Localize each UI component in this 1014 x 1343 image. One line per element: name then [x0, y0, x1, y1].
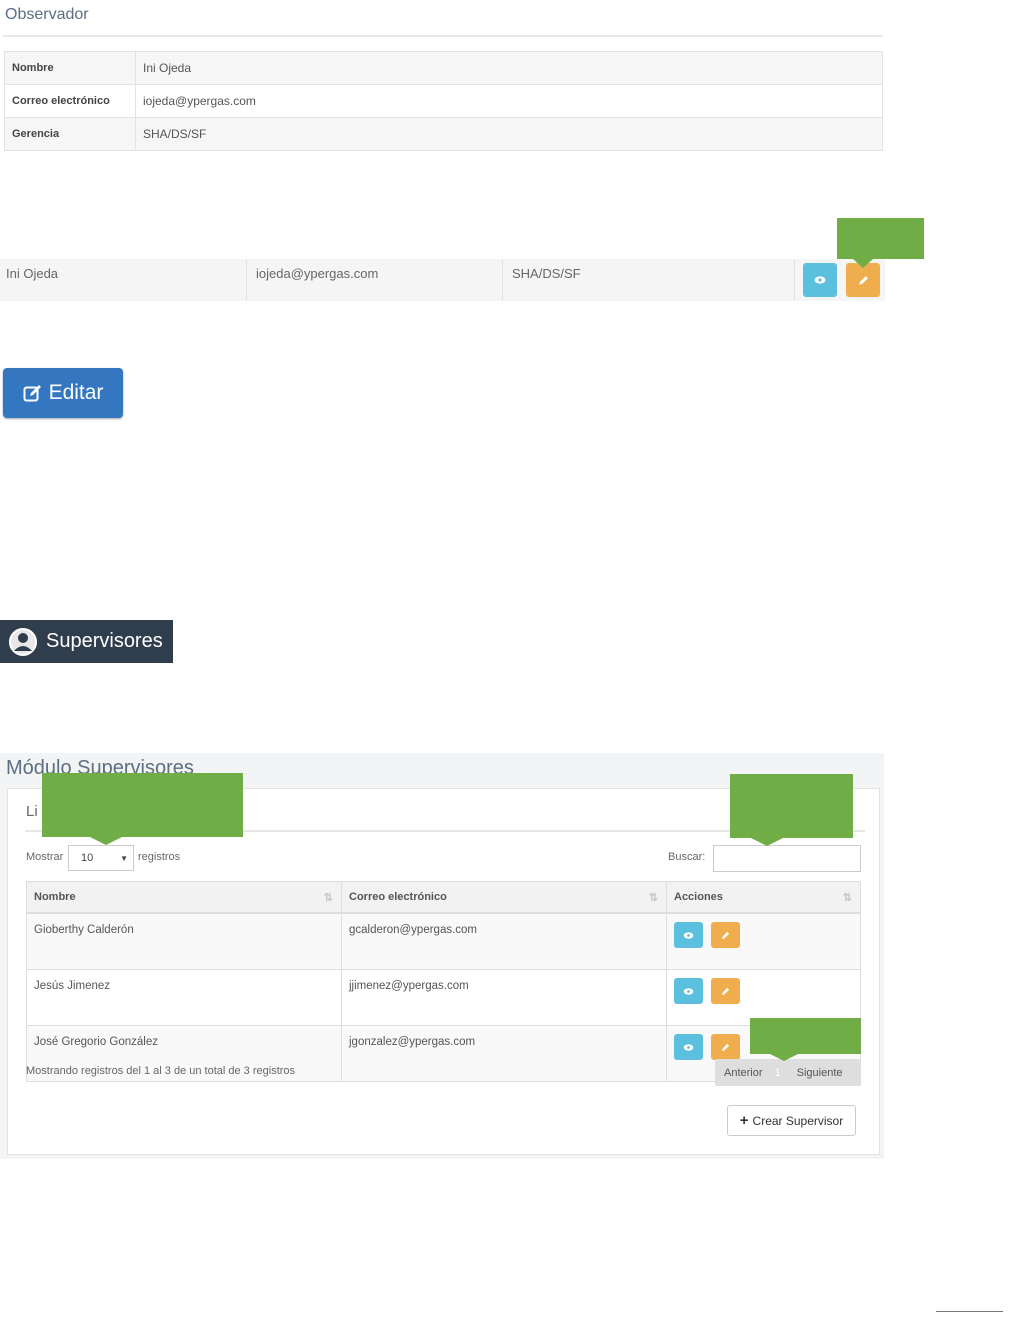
user-circle-icon: [9, 627, 37, 656]
eye-icon: [683, 1043, 694, 1051]
column-label: Nombre: [34, 891, 76, 903]
observer-title: Observador: [5, 6, 89, 23]
annotation-callout: [42, 773, 243, 837]
edit-row-button[interactable]: [711, 1034, 740, 1060]
annotation-callout: [750, 1018, 861, 1054]
table-row: Jesús Jimenez jjimenez@ypergas.com: [26, 969, 861, 1026]
column-label: Correo electrónico: [349, 891, 447, 903]
cell-email: jjimenez@ypergas.com: [341, 969, 667, 1026]
pencil-icon: [721, 1043, 730, 1051]
annotation-callout-tip: [90, 837, 122, 845]
supervisors-table: Nombre ⇅ Correo electrónico ⇅ Acciones ⇅ Gi…: [26, 881, 861, 1082]
page-size-select[interactable]: 10 ▼: [68, 845, 134, 871]
detail-value: iojeda@ypergas.com: [135, 84, 883, 118]
view-button[interactable]: [803, 263, 837, 297]
pencil-icon: [858, 275, 868, 285]
records-info: Mostrando registros del 1 al 3 de un tot…: [26, 1065, 296, 1077]
sort-icon: ⇅: [323, 892, 333, 904]
row-department: SHA/DS/SF: [512, 266, 581, 281]
edit-icon: [23, 385, 41, 402]
cell-email: gcalderon@ypergas.com: [341, 912, 667, 970]
pagination-next[interactable]: Siguiente: [781, 1067, 843, 1079]
annotation-callout-tip: [853, 259, 873, 268]
row-name: Ini Ojeda: [6, 266, 59, 281]
view-button[interactable]: [674, 922, 703, 948]
column-label: Acciones: [674, 891, 723, 903]
page-size-value: 10: [81, 852, 94, 864]
detail-label: Gerencia: [4, 117, 136, 151]
divider: [3, 35, 883, 37]
observer-detail-table: Nombre Ini Ojeda Correo electrónico ioje…: [4, 51, 883, 151]
table-row: Gioberthy Calderón gcalderon@ypergas.com: [26, 912, 861, 970]
cell-divider: [794, 259, 795, 301]
pagination-page[interactable]: 1: [763, 1067, 781, 1079]
editar-button[interactable]: Editar: [3, 368, 123, 418]
cell-name: Jesús Jimenez: [26, 969, 342, 1026]
cell-name: Gioberthy Calderón: [26, 912, 342, 970]
cell-actions: [666, 912, 861, 970]
search-label: Buscar:: [668, 851, 706, 863]
sort-icon: ⇅: [842, 892, 852, 904]
detail-value: Ini Ojeda: [135, 51, 883, 85]
nav-item-supervisores[interactable]: Supervisores: [0, 620, 173, 663]
pagination: Anterior 1 Siguiente: [715, 1059, 861, 1086]
edit-row-button[interactable]: [711, 922, 740, 948]
pagination-prev[interactable]: Anterior: [715, 1067, 763, 1079]
editar-label: Editar: [48, 381, 104, 404]
search-input[interactable]: [713, 845, 861, 872]
cell-divider: [502, 259, 503, 301]
create-supervisor-button[interactable]: + Crear Supervisor: [727, 1105, 856, 1136]
divider: [936, 1311, 1003, 1312]
eye-icon: [683, 987, 694, 995]
cell-divider: [246, 259, 247, 301]
list-title: Li: [26, 803, 38, 820]
caret-down-icon: ▼: [120, 853, 128, 863]
column-header-email[interactable]: Correo electrónico ⇅: [341, 881, 667, 914]
create-supervisor-label: Crear Supervisor: [752, 1113, 844, 1128]
plus-icon: +: [739, 1112, 749, 1129]
cell-email: jgonzalez@ypergas.com: [341, 1025, 667, 1082]
table-header-row: Nombre ⇅ Correo electrónico ⇅ Acciones ⇅: [26, 881, 861, 914]
detail-row: Gerencia SHA/DS/SF: [4, 117, 883, 151]
edit-row-button[interactable]: [711, 978, 740, 1004]
annotation-callout-tip: [751, 838, 783, 846]
detail-row: Correo electrónico iojeda@ypergas.com: [4, 84, 883, 118]
annotation-callout: [730, 774, 853, 838]
view-button[interactable]: [674, 1034, 703, 1060]
nav-label: Supervisores: [46, 630, 163, 652]
table-row-strip: Ini Ojeda iojeda@ypergas.com SHA/DS/SF: [0, 259, 885, 301]
pencil-icon: [721, 931, 730, 939]
edit-row-button[interactable]: [846, 263, 880, 297]
eye-icon: [683, 931, 694, 939]
eye-icon: [814, 276, 826, 284]
row-email: iojeda@ypergas.com: [256, 266, 379, 281]
detail-label: Correo electrónico: [4, 84, 136, 118]
detail-label: Nombre: [4, 51, 136, 85]
annotation-callout-tip: [770, 1054, 798, 1061]
detail-row: Nombre Ini Ojeda: [4, 51, 883, 85]
column-header-nombre[interactable]: Nombre ⇅: [26, 881, 342, 914]
sort-icon: ⇅: [648, 892, 658, 904]
detail-value: SHA/DS/SF: [135, 117, 883, 151]
annotation-callout: [837, 218, 924, 259]
pencil-icon: [721, 987, 730, 995]
records-label: registros: [138, 851, 181, 863]
show-label: Mostrar: [26, 851, 64, 863]
column-header-acciones[interactable]: Acciones ⇅: [666, 881, 861, 914]
view-button[interactable]: [674, 978, 703, 1004]
